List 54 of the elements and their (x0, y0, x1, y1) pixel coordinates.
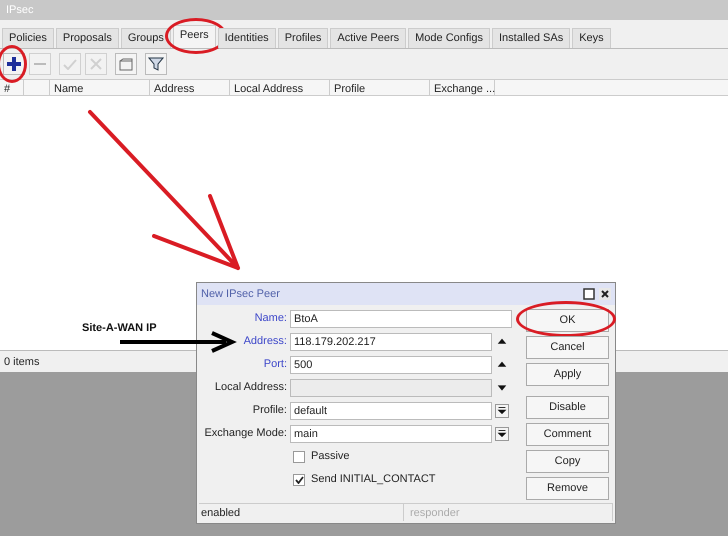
filter-button[interactable] (145, 53, 167, 75)
note-button[interactable] (115, 53, 137, 75)
field-label: Port: (262, 357, 287, 372)
status-field: enabled (199, 504, 404, 521)
tab[interactable]: Policies (2, 28, 54, 48)
input-field[interactable]: default (290, 402, 492, 420)
add-icon (7, 57, 21, 71)
tab[interactable]: Groups (120, 28, 171, 48)
close-icon[interactable] (599, 288, 611, 300)
column-header[interactable]: Address (150, 80, 230, 95)
input-field[interactable]: 118.179.202.217 (290, 332, 492, 350)
column-header[interactable]: # (0, 80, 24, 95)
tab[interactable]: Active Peers (330, 28, 406, 48)
dialog-button[interactable]: Copy (526, 450, 609, 473)
tab[interactable]: Mode Configs (408, 28, 490, 48)
column-header[interactable]: Local Address (230, 80, 330, 95)
cross-icon (90, 58, 102, 70)
column-header[interactable]: Name (50, 80, 150, 95)
field-label: Name: (254, 311, 287, 326)
tab[interactable]: Keys (572, 28, 611, 48)
dialog-button[interactable]: Remove (526, 477, 609, 500)
tab[interactable]: Peers (172, 25, 216, 48)
dropdown-icon[interactable] (496, 428, 508, 440)
checkbox[interactable] (293, 474, 305, 486)
field-label: Address: (242, 334, 287, 350)
status-field: responder (408, 504, 613, 521)
tab[interactable]: Profiles (278, 28, 328, 48)
dialog-button[interactable]: Apply (526, 363, 609, 386)
checkbox[interactable] (293, 450, 305, 462)
dialog-button[interactable]: Comment (526, 423, 609, 446)
dialog-button[interactable]: OK (526, 309, 609, 332)
column-header[interactable]: Exchange ... (430, 80, 495, 95)
input-field[interactable]: 500 (290, 356, 492, 374)
column-header[interactable]: Profile (330, 80, 430, 95)
dialog-title: New IPsec Peer (201, 286, 280, 302)
annotation-label: Site-A-WAN IP (82, 321, 157, 336)
checkbox-label: Passive (311, 449, 350, 464)
tab[interactable]: Identities (218, 28, 276, 48)
tab[interactable]: Installed SAs (492, 28, 570, 48)
note-icon (119, 58, 133, 70)
maximize-icon[interactable] (583, 288, 595, 300)
dropdown-icon[interactable] (496, 404, 508, 416)
field-label: Exchange Mode: (203, 426, 287, 442)
dialog-button[interactable]: Disable (526, 396, 609, 419)
field-label: Local Address: (214, 380, 287, 396)
add-button[interactable] (3, 53, 25, 75)
dialog-button[interactable]: Cancel (526, 336, 609, 359)
input-field[interactable]: BtoA (290, 310, 512, 328)
checkbox-label: Send INITIAL_CONTACT (311, 472, 436, 488)
input-field[interactable]: main (290, 424, 492, 442)
field-label: Profile: (252, 403, 287, 418)
check-icon (63, 58, 77, 70)
tab[interactable]: Proposals (56, 28, 119, 48)
filter-icon (148, 57, 164, 71)
